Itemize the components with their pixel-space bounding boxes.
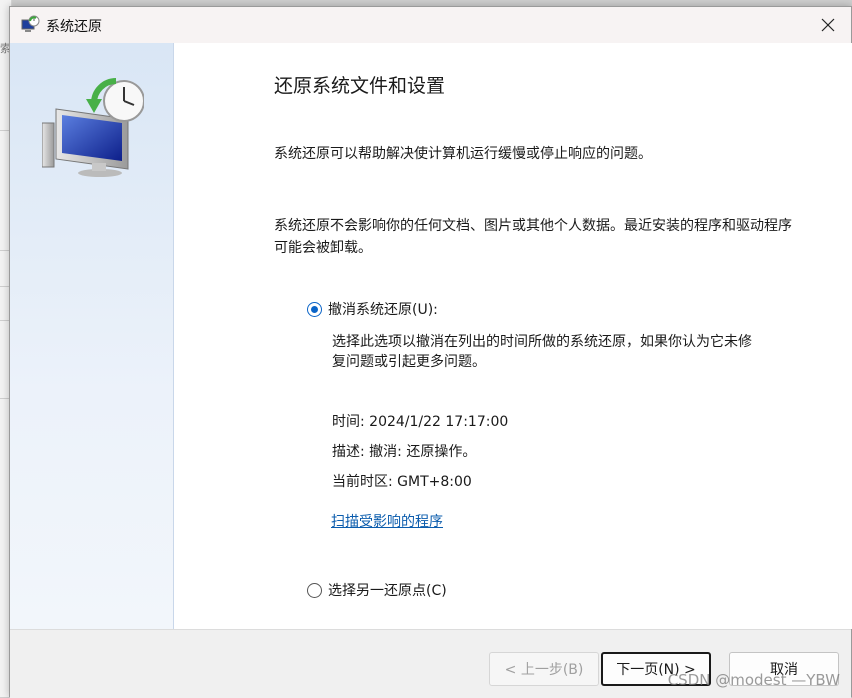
restore-description: 描述: 撤消: 还原操作。 bbox=[332, 441, 476, 461]
scan-affected-programs-link[interactable]: 扫描受影响的程序 bbox=[331, 511, 443, 531]
system-restore-icon bbox=[20, 15, 40, 35]
undo-restore-radio[interactable] bbox=[307, 302, 322, 317]
current-timezone: 当前时区: GMT+8:00 bbox=[332, 471, 472, 491]
system-restore-dialog: 系统还原 bbox=[9, 6, 852, 697]
intro-text: 系统还原可以帮助解决使计算机运行缓慢或停止响应的问题。 bbox=[274, 144, 794, 164]
title-bar: 系统还原 bbox=[10, 7, 851, 43]
undo-restore-label: 撤消系统还原(U): bbox=[328, 299, 438, 319]
undo-restore-description: 选择此选项以撤消在列出的时间所做的系统还原，如果你认为它未修复问题或引起更多问题… bbox=[332, 332, 752, 372]
window-title: 系统还原 bbox=[46, 16, 102, 36]
choose-another-point-label: 选择另一还原点(C) bbox=[328, 580, 447, 600]
close-icon bbox=[821, 18, 835, 32]
data-safety-text: 系统还原不会影响你的任何文档、图片或其他个人数据。最近安装的程序和驱动程序可能会… bbox=[274, 215, 794, 259]
choose-another-point-radio[interactable] bbox=[307, 583, 322, 598]
restore-time: 时间: 2024/1/22 17:17:00 bbox=[332, 411, 508, 431]
watermark: CSDN @modest —YBW bbox=[668, 671, 840, 689]
back-button[interactable]: < 上一步(B) bbox=[489, 652, 599, 686]
choose-another-point-radio-option[interactable]: 选择另一还原点(C) bbox=[307, 580, 447, 600]
wizard-content: 还原系统文件和设置 系统还原可以帮助解决使计算机运行缓慢或停止响应的问题。 系统… bbox=[174, 43, 852, 629]
wizard-sidebar bbox=[10, 43, 174, 629]
page-title: 还原系统文件和设置 bbox=[274, 71, 445, 98]
undo-restore-radio-option[interactable]: 撤消系统还原(U): bbox=[307, 299, 438, 319]
close-button[interactable] bbox=[805, 7, 851, 43]
system-restore-hero-icon bbox=[42, 73, 144, 177]
